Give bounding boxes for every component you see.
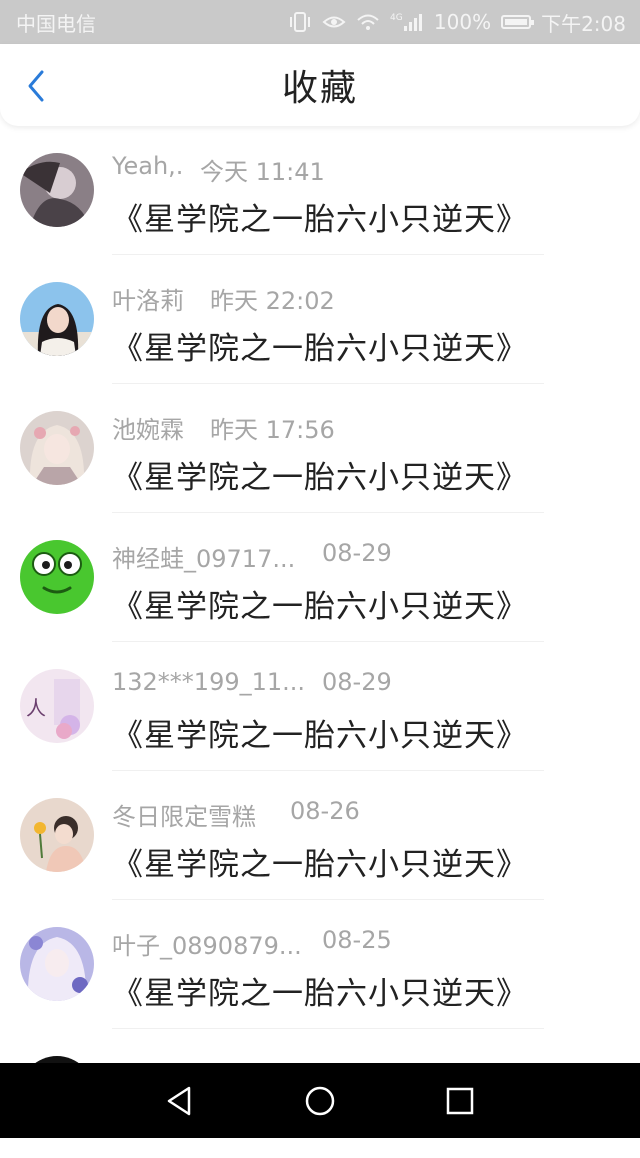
triangle-back-icon (167, 1086, 191, 1115)
item-title: 《星学院之一胎六小只逆天》 (112, 589, 528, 625)
item-meta: 132***199_11... 08-29 (112, 668, 392, 696)
status-icons: 4G 100% 下午2:08 (288, 8, 626, 37)
avatar[interactable] (20, 927, 94, 1001)
svg-text:人: 人 (26, 696, 46, 720)
avatar[interactable] (20, 540, 94, 614)
nav-home-button[interactable] (290, 1071, 350, 1131)
avatar[interactable] (20, 798, 94, 872)
clock: 下午2:08 (541, 11, 626, 36)
user-name: Yeah,. (112, 152, 184, 180)
status-bar: 中国电信 4G 100% 下午2:08 (0, 0, 640, 44)
battery-icon (501, 15, 535, 29)
svg-text:4G: 4G (390, 13, 403, 23)
battery-percent: 100% (433, 10, 492, 34)
item-title: 《星学院之一胎六小只逆天》 (112, 976, 528, 1012)
list-item[interactable]: 冬日限定雪糕 08-26 《星学院之一胎六小只逆天》 (0, 771, 640, 900)
user-name: 132***199_11... (112, 668, 306, 696)
user-name: 神经蛙_09717... (112, 545, 296, 573)
avatar[interactable] (20, 411, 94, 485)
timestamp: 08-29 (322, 539, 392, 567)
list-item[interactable]: 人 132***199_11... 08-29 《星学院之一胎六小只逆天》 (0, 642, 640, 771)
timestamp: 08-29 (322, 668, 392, 696)
timestamp: 08-26 (290, 797, 360, 825)
list-item[interactable]: 叶洛莉 昨天 22:02 《星学院之一胎六小只逆天》 (0, 255, 640, 384)
carrier-label: 中国电信 (16, 11, 96, 36)
user-name: 叶子_0890879... (112, 932, 302, 960)
vibrate-icon (288, 12, 312, 32)
user-name: 池婉霖 (112, 416, 184, 444)
list-item[interactable]: Yeah,. 今天 11:41 《星学院之一胎六小只逆天》 (0, 126, 640, 255)
item-title: 《星学院之一胎六小只逆天》 (112, 202, 528, 238)
item-meta: 神经蛙_09717... 08-29 (112, 539, 392, 574)
wifi-icon (356, 13, 380, 31)
timestamp: 昨天 17:56 (210, 416, 335, 444)
item-meta: 池婉霖 昨天 17:56 (112, 410, 335, 445)
eye-icon (322, 13, 346, 31)
system-nav-bar (0, 1063, 640, 1138)
item-meta: Yeah,. 今天 11:41 (112, 152, 325, 186)
item-meta: 叶子_0890879... 08-25 (112, 926, 392, 961)
list-item[interactable]: 叶子_0890879... 08-25 《星学院之一胎六小只逆天》 (0, 900, 640, 1029)
circle-home-icon (305, 1086, 335, 1115)
item-meta: 叶洛莉 昨天 22:02 (112, 281, 335, 316)
nav-recent-button[interactable] (430, 1071, 490, 1131)
timestamp: 昨天 22:02 (210, 287, 335, 315)
square-recent-icon (446, 1087, 474, 1114)
nav-back-button[interactable] (150, 1071, 210, 1131)
favorites-list: Yeah,. 今天 11:41 《星学院之一胎六小只逆天》 叶洛莉 昨天 22:… (0, 126, 640, 1158)
item-title: 《星学院之一胎六小只逆天》 (112, 460, 528, 496)
timestamp: 今天 11:41 (200, 158, 325, 186)
avatar[interactable]: 人 (20, 669, 94, 743)
timestamp: 08-25 (322, 926, 392, 954)
chevron-left-icon (28, 70, 44, 102)
item-meta: 冬日限定雪糕 08-26 (112, 797, 360, 832)
item-title: 《星学院之一胎六小只逆天》 (112, 718, 528, 754)
avatar[interactable] (20, 153, 94, 227)
list-item[interactable]: 池婉霖 昨天 17:56 《星学院之一胎六小只逆天》 (0, 384, 640, 513)
page-title: 收藏 (281, 68, 358, 109)
user-name: 冬日限定雪糕 (112, 803, 256, 831)
avatar[interactable] (20, 282, 94, 356)
header-bar: 收藏 (0, 44, 640, 126)
signal-icon: 4G (390, 12, 424, 32)
back-button[interactable] (18, 66, 54, 106)
list-item[interactable]: 神经蛙_09717... 08-29 《星学院之一胎六小只逆天》 (0, 513, 640, 642)
item-title: 《星学院之一胎六小只逆天》 (112, 847, 528, 883)
item-title: 《星学院之一胎六小只逆天》 (112, 331, 528, 367)
user-name: 叶洛莉 (112, 287, 184, 315)
